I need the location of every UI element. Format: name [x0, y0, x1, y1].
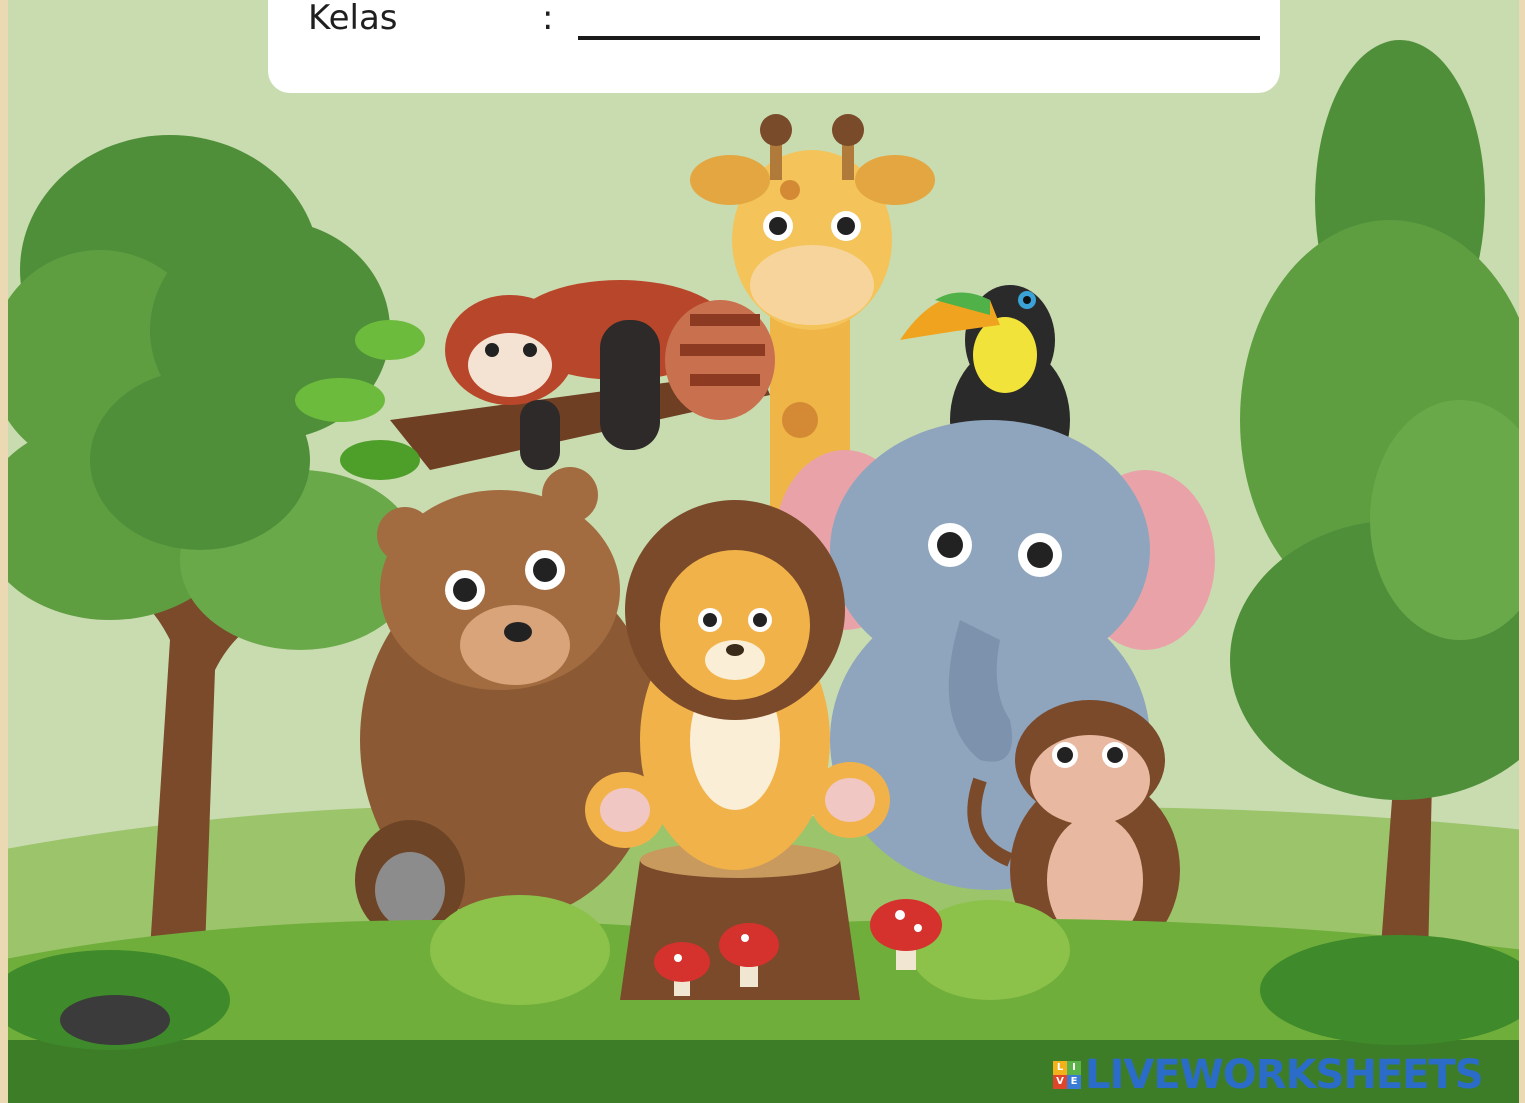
page-edge-left	[0, 0, 8, 1103]
liveworksheets-wordmark: LIVEWORKSHEETS	[1085, 1052, 1484, 1098]
logo-letter-l: L	[1053, 1061, 1067, 1075]
liveworksheets-logo[interactable]: L I V E LIVEWORKSHEETS	[1053, 1052, 1484, 1098]
page-edge-right	[1519, 0, 1525, 1103]
liveworksheets-icon: L I V E	[1053, 1061, 1081, 1089]
rock	[60, 995, 170, 1045]
kelas-colon: :	[542, 0, 554, 38]
logo-letter-i: I	[1067, 1061, 1081, 1075]
kelas-label: Kelas	[308, 0, 398, 38]
logo-letter-e: E	[1067, 1075, 1081, 1089]
class-field-card: Kelas :	[268, 0, 1280, 93]
kelas-input-line[interactable]	[578, 36, 1260, 40]
jungle-scene	[0, 0, 1525, 1103]
bush-mid	[430, 895, 610, 1005]
worksheet-page: Kelas : L I V E LIVEWORKSHEETS	[0, 0, 1525, 1103]
logo-letter-v: V	[1053, 1075, 1067, 1089]
